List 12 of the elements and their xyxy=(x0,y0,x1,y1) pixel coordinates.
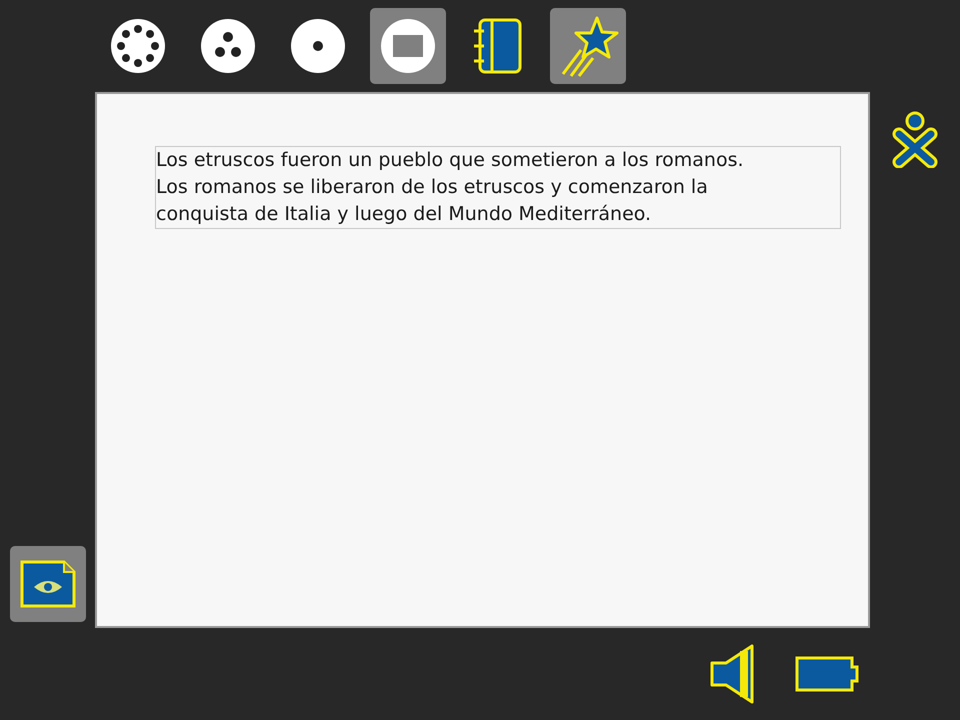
activity-button[interactable] xyxy=(370,8,446,84)
dot-icon xyxy=(289,17,347,75)
text-paragraph[interactable]: Los etruscos fueron un pueblo que sometieron a los romanos. Los romanos se liberaron de los etruscos y comenzaron la conquista de Italia y luego del Mundo Mediterráneo. xyxy=(155,146,841,229)
battery-icon[interactable] xyxy=(794,655,860,693)
star-button[interactable] xyxy=(550,8,626,84)
notebook-icon xyxy=(472,17,524,75)
clipboard-item[interactable] xyxy=(10,546,86,622)
three-dots-icon xyxy=(199,17,257,75)
ring-dots-icon xyxy=(109,17,167,75)
speaker-icon[interactable] xyxy=(708,643,756,705)
person-icon[interactable] xyxy=(890,110,940,168)
document-eye-icon xyxy=(19,559,77,609)
